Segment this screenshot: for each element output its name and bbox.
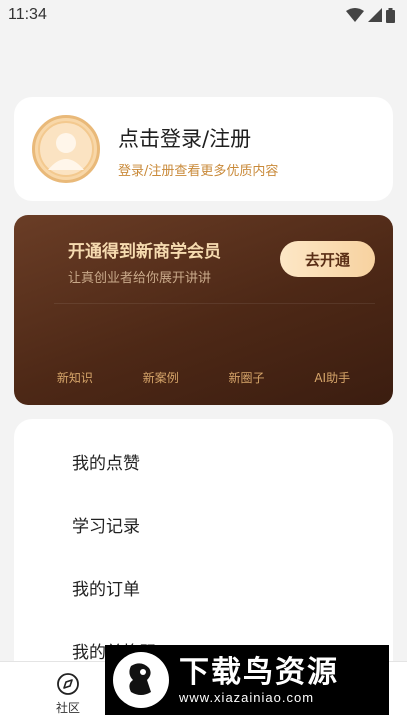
status-icons — [346, 7, 395, 23]
battery-icon — [386, 7, 395, 23]
nav-item-community[interactable]: 社区 — [46, 672, 90, 716]
menu-card: 我的点赞 学习记录 我的订单 我的兑换码 — [14, 419, 393, 679]
vip-feature-item: AI助手 — [314, 371, 351, 385]
watermark-text: 下载鸟资源 www.xiazainiao.com — [179, 654, 339, 705]
login-title[interactable]: 点击登录/注册 — [118, 123, 251, 153]
vip-divider — [54, 303, 375, 304]
watermark-title: 下载鸟资源 — [179, 654, 339, 690]
menu-item-history[interactable]: 学习记录 — [72, 512, 140, 537]
menu-item-orders[interactable]: 我的订单 — [72, 575, 140, 600]
avatar[interactable] — [32, 115, 100, 183]
default-avatar-icon — [38, 121, 94, 177]
vip-feature-item: 新案例 — [142, 371, 179, 385]
compass-icon — [57, 673, 79, 695]
vip-subtitle: 让真创业者给你展开讲讲 — [68, 271, 212, 286]
bird-logo-icon — [113, 652, 169, 708]
signal-icon — [368, 8, 382, 22]
watermark-url: www.xiazainiao.com — [179, 689, 315, 705]
nav-label: 社区 — [55, 701, 80, 715]
vip-features: 新知识 新案例 新圈子 AI助手 — [14, 369, 393, 386]
status-bar: 11:34 — [0, 0, 407, 30]
vip-feature-item: 新知识 — [56, 371, 93, 385]
vip-open-button[interactable]: 去开通 — [280, 241, 375, 277]
login-card[interactable]: 点击登录/注册 登录/注册查看更多优质内容 — [14, 97, 393, 201]
watermark: 下载鸟资源 www.xiazainiao.com — [105, 645, 389, 715]
wifi-icon — [346, 8, 364, 22]
status-time: 11:34 — [8, 6, 47, 23]
vip-title: 开通得到新商学会员 — [68, 242, 221, 262]
menu-item-likes[interactable]: 我的点赞 — [72, 449, 140, 474]
vip-feature-item: 新圈子 — [228, 371, 265, 385]
vip-membership-card[interactable]: 开通得到新商学会员 让真创业者给你展开讲讲 去开通 新知识 新案例 新圈子 AI… — [14, 215, 393, 405]
login-subtitle: 登录/注册查看更多优质内容 — [118, 164, 279, 179]
